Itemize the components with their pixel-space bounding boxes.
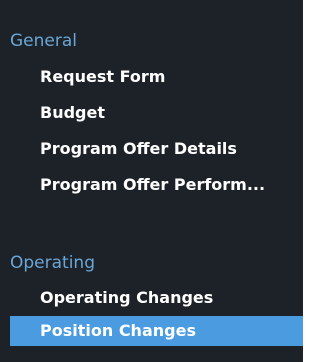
window-edge xyxy=(303,0,313,362)
nav-item-operating-changes[interactable]: Operating Changes xyxy=(10,283,303,313)
section-title-operating: Operating xyxy=(10,253,95,273)
nav-item-request-form[interactable]: Request Form xyxy=(10,62,303,92)
nav-item-program-offer-details[interactable]: Program Offer Details xyxy=(10,134,303,164)
nav-item-program-offer-performance[interactable]: Program Offer Perform... xyxy=(10,170,303,200)
sidebar-nav: General Request Form Budget Program Offe… xyxy=(0,0,303,362)
nav-item-budget[interactable]: Budget xyxy=(10,98,303,128)
nav-item-position-changes[interactable]: Position Changes xyxy=(10,316,303,346)
section-title-general: General xyxy=(10,31,77,51)
